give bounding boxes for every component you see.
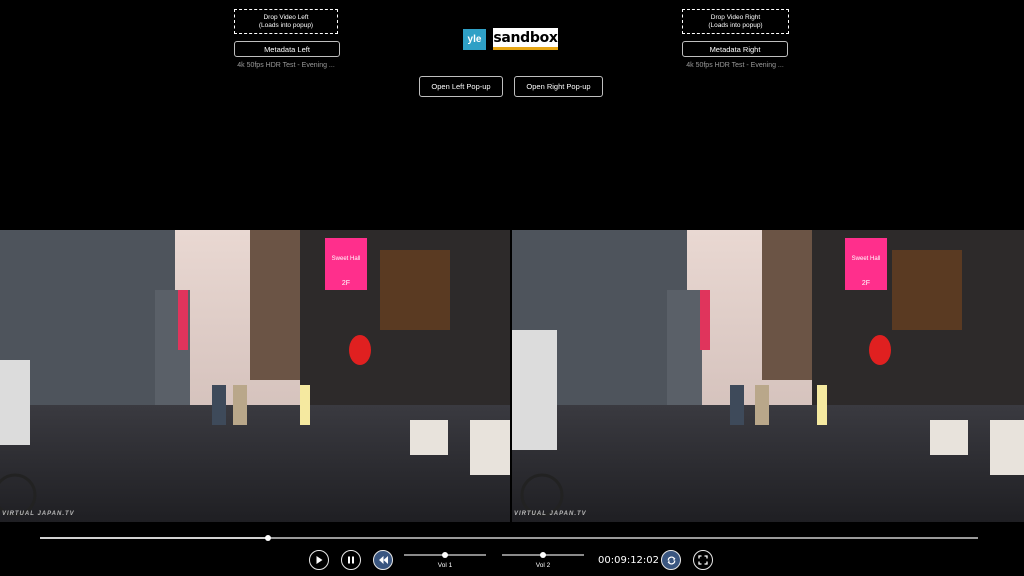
drop-video-left-zone[interactable]: Drop Video Left (Loads into popup) [234,9,338,34]
volume-1-label: Vol 1 [437,562,453,569]
rewind-button[interactable] [373,550,393,570]
seek-bar-fill [40,537,268,539]
volume-1-thumb[interactable] [442,552,448,558]
left-video-frame: Sweet Hall 2F [0,230,510,522]
right-video-title: 4k 50fps HDR Test - Evening ... [686,62,784,69]
play-button[interactable] [309,550,329,570]
floor-sign-text: 2F [342,280,350,287]
play-icon [316,556,323,564]
yle-logo: yle [463,29,486,50]
right-video-frame: Sweet Hall 2F [512,230,1024,522]
floor-sign-text-right: 2F [862,280,870,287]
volume-2-label: Vol 2 [535,562,551,569]
drop-right-title: Drop Video Right [710,13,761,21]
volume-2-thumb[interactable] [540,552,546,558]
open-left-popup-button[interactable]: Open Left Pop-up [419,76,503,97]
timecode-display: 00:09:12:02 [598,555,660,566]
right-watermark: VIRTUAL JAPAN.TV [514,511,587,517]
pause-button[interactable] [341,550,361,570]
seek-bar-thumb[interactable] [264,535,271,541]
left-watermark: VIRTUAL JAPAN.TV [2,511,75,517]
drop-video-right-zone[interactable]: Drop Video Right (Loads into popup) [682,9,789,34]
shop-sign-text-right: Sweet Hall [852,256,881,262]
seek-bar[interactable] [40,535,978,541]
drop-left-hint: (Loads into popup) [258,21,314,29]
sync-icon [667,556,675,564]
metadata-right-button[interactable]: Metadata Right [682,41,788,57]
fullscreen-button[interactable] [693,550,713,570]
shop-sign-text: Sweet Hall [332,256,361,262]
right-video[interactable]: Sweet Hall 2F VIRTUAL JAPAN.TV [512,230,1024,522]
open-right-popup-button[interactable]: Open Right Pop-up [514,76,603,97]
volume-2-track[interactable] [502,552,584,558]
metadata-left-button[interactable]: Metadata Left [234,41,340,57]
left-video-title: 4k 50fps HDR Test - Evening ... [237,62,335,69]
drop-left-title: Drop Video Left [263,13,309,21]
fullscreen-icon [698,555,708,565]
volume-1-track[interactable] [404,552,486,558]
rewind-icon [378,556,388,564]
sync-button[interactable] [661,550,681,570]
drop-right-hint: (Loads into popup) [708,21,763,29]
pause-icon [348,556,354,564]
sandbox-logo: sandbox [493,28,558,50]
left-video[interactable]: Sweet Hall 2F VIRTUAL JAPAN.TV [0,230,510,522]
